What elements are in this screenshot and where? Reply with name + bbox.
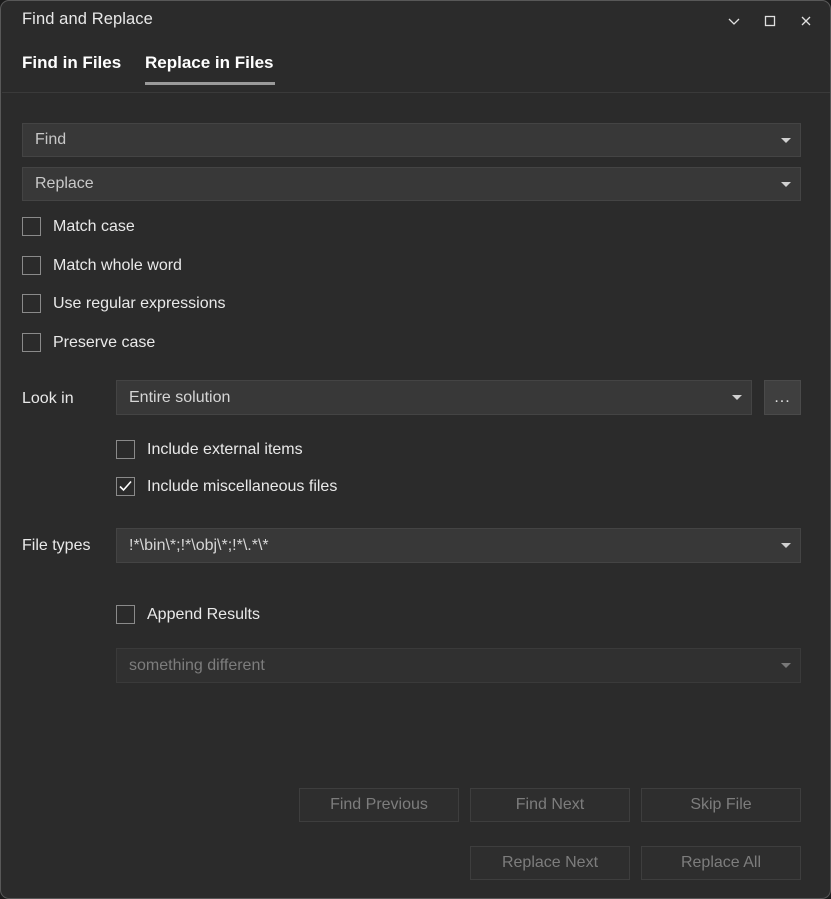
skip-file-button-label: Skip File xyxy=(690,796,751,814)
file-types-value: !*\bin\*;!*\obj\*;!*\.*\* xyxy=(129,537,269,555)
checkbox-box[interactable] xyxy=(22,217,41,236)
checkbox-box[interactable] xyxy=(22,333,41,352)
chevron-down-icon[interactable] xyxy=(732,395,742,400)
replace-next-button-label: Replace Next xyxy=(502,854,598,872)
check-icon xyxy=(118,479,133,494)
find-input-text: Find xyxy=(35,131,66,149)
find-combo[interactable]: Find xyxy=(22,123,801,157)
result-target-combo[interactable]: something different xyxy=(116,648,801,683)
window-controls xyxy=(716,5,824,37)
tab-separator xyxy=(2,92,831,93)
browse-button-label: ... xyxy=(774,389,790,407)
chevron-down-icon[interactable] xyxy=(716,5,752,37)
replace-input-text: Replace xyxy=(35,175,94,193)
checkbox-box[interactable] xyxy=(22,294,41,313)
checkbox-match-case[interactable]: Match case xyxy=(22,217,135,236)
checkbox-use-regular-expressions[interactable]: Use regular expressions xyxy=(22,294,226,313)
checkbox-label: Use regular expressions xyxy=(53,295,226,313)
close-icon[interactable] xyxy=(788,5,824,37)
checkbox-label: Preserve case xyxy=(53,334,155,352)
chevron-down-icon[interactable] xyxy=(781,543,791,548)
look-in-label: Look in xyxy=(22,390,74,408)
checkbox-label: Append Results xyxy=(147,606,260,624)
chevron-down-icon[interactable] xyxy=(781,663,791,668)
browse-button[interactable]: ... xyxy=(764,380,801,415)
tab-find-in-files[interactable]: Find in Files xyxy=(22,42,121,92)
window-title: Find and Replace xyxy=(22,10,153,29)
active-tab-indicator xyxy=(145,82,275,85)
checkbox-match-whole-word[interactable]: Match whole word xyxy=(22,256,182,275)
skip-file-button[interactable]: Skip File xyxy=(641,788,801,822)
tab-replace-in-files-label: Replace in Files xyxy=(145,53,274,73)
checkbox-append-results[interactable]: Append Results xyxy=(116,605,260,624)
chevron-down-icon[interactable] xyxy=(781,182,791,187)
checkbox-label: Include miscellaneous files xyxy=(147,478,337,496)
checkbox-label: Include external items xyxy=(147,441,303,459)
checkbox-box[interactable] xyxy=(22,256,41,275)
replace-combo[interactable]: Replace xyxy=(22,167,801,201)
find-next-button-label: Find Next xyxy=(516,796,584,814)
tab-find-in-files-label: Find in Files xyxy=(22,53,121,73)
tab-strip: Find in Files Replace in Files xyxy=(1,42,831,92)
checkbox-box[interactable] xyxy=(116,477,135,496)
checkbox-box[interactable] xyxy=(116,440,135,459)
look-in-combo[interactable]: Entire solution xyxy=(116,380,752,415)
find-and-replace-window: Find and Replace Find in Files Replace i… xyxy=(0,0,831,899)
checkbox-include-miscellaneous-files[interactable]: Include miscellaneous files xyxy=(116,477,337,496)
file-types-label: File types xyxy=(22,537,90,555)
checkbox-box[interactable] xyxy=(116,605,135,624)
checkbox-preserve-case[interactable]: Preserve case xyxy=(22,333,155,352)
result-target-value: something different xyxy=(129,657,265,675)
replace-next-button[interactable]: Replace Next xyxy=(470,846,630,880)
checkbox-label: Match whole word xyxy=(53,257,182,275)
find-previous-button[interactable]: Find Previous xyxy=(299,788,459,822)
chevron-down-icon[interactable] xyxy=(781,138,791,143)
look-in-value: Entire solution xyxy=(129,389,230,407)
checkbox-label: Match case xyxy=(53,218,135,236)
file-types-combo[interactable]: !*\bin\*;!*\obj\*;!*\.*\* xyxy=(116,528,801,563)
find-previous-button-label: Find Previous xyxy=(330,796,428,814)
replace-all-button-label: Replace All xyxy=(681,854,761,872)
title-bar: Find and Replace xyxy=(1,1,831,42)
replace-all-button[interactable]: Replace All xyxy=(641,846,801,880)
checkbox-include-external-items[interactable]: Include external items xyxy=(116,440,303,459)
find-next-button[interactable]: Find Next xyxy=(470,788,630,822)
maximize-icon[interactable] xyxy=(752,5,788,37)
